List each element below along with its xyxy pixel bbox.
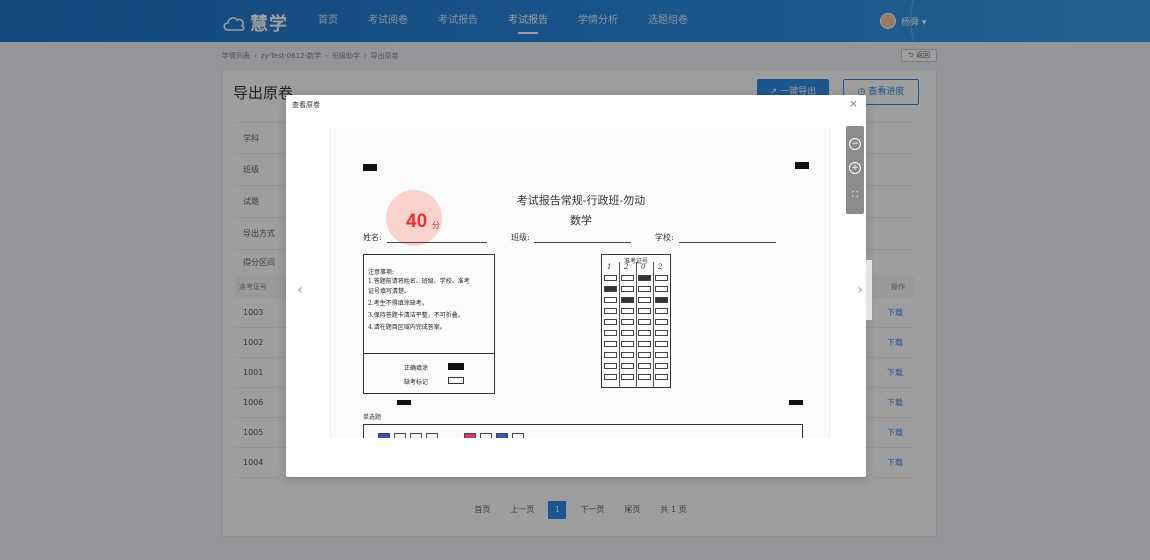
question-row	[363, 424, 803, 438]
chevron-right-icon: ›	[857, 282, 863, 298]
id-bubble	[638, 341, 651, 347]
id-bubble	[621, 363, 634, 369]
note-line: 1.答题前请将姓名、班级、学校、准考	[368, 278, 470, 285]
id-bubble	[638, 286, 651, 292]
filled-box	[448, 363, 464, 370]
chevron-left-icon: ‹	[297, 282, 303, 298]
id-bubble	[655, 286, 668, 292]
notes-heading: 注意事项:	[368, 269, 395, 276]
modal-title: 查看原卷	[292, 101, 320, 109]
notes-divider	[364, 353, 494, 354]
id-bubble	[621, 330, 634, 336]
view-paper-modal: 查看原卷 × 考试报告常规-行政班-勿动 数学 40 分 姓名: 班级: 学校:…	[286, 95, 866, 477]
id-bubble	[621, 297, 634, 303]
id-bubble	[655, 330, 668, 336]
id-bubble	[604, 275, 617, 281]
note-line: 证号填写清楚。	[368, 288, 411, 295]
next-paper-button[interactable]: ›	[848, 260, 872, 320]
answer-bubble	[394, 433, 406, 438]
score-value: 40	[406, 211, 428, 232]
id-bubble	[604, 363, 617, 369]
id-bubble	[621, 341, 634, 347]
registration-mark	[363, 164, 377, 171]
correct-fill-legend: 正确填涂	[404, 363, 464, 372]
absent-mark-label: 缺考标记	[404, 379, 429, 386]
close-icon[interactable]: ×	[849, 97, 858, 110]
answer-bubble	[426, 433, 438, 438]
id-bubble	[638, 330, 651, 336]
empty-box	[448, 377, 464, 384]
id-bubble	[655, 297, 668, 303]
answer-bubble	[410, 433, 422, 438]
id-bubble	[638, 308, 651, 314]
id-bubble	[655, 352, 668, 358]
note-line: 2.考生不得填涂缺考。	[368, 300, 428, 307]
id-bubble	[638, 363, 651, 369]
id-bubble	[604, 330, 617, 336]
registration-mark	[789, 400, 803, 405]
class-label: 班级:	[511, 233, 530, 242]
id-bubble	[655, 374, 668, 380]
grid-line	[653, 262, 654, 388]
id-bubble	[604, 374, 617, 380]
id-bubble	[621, 352, 634, 358]
id-bubble	[621, 308, 634, 314]
id-bubble	[655, 341, 668, 347]
zoom-out-icon[interactable]: −	[849, 138, 861, 150]
name-label: 姓名:	[363, 233, 382, 242]
section-label: 单选题	[363, 414, 382, 421]
correct-fill-label: 正确填涂	[404, 365, 429, 372]
school-underline	[679, 242, 776, 243]
id-bubble	[604, 319, 617, 325]
id-bubble	[604, 308, 617, 314]
id-digit: 0	[641, 263, 646, 271]
id-bubble	[638, 374, 651, 380]
registration-mark	[795, 162, 809, 169]
score-unit: 分	[432, 221, 440, 230]
id-bubble	[621, 319, 634, 325]
id-bubble	[655, 308, 668, 314]
id-digit: 2	[624, 263, 629, 271]
registration-mark	[397, 400, 411, 405]
id-bubble	[604, 352, 617, 358]
answer-bubble	[512, 433, 524, 438]
id-bubble	[621, 286, 634, 292]
grid-line	[619, 262, 620, 388]
id-bubble	[604, 341, 617, 347]
id-bubble	[655, 363, 668, 369]
answer-sheet-image: 考试报告常规-行政班-勿动 数学 40 分 姓名: 班级: 学校: 注意事项: …	[330, 128, 830, 438]
absent-mark-legend: 缺考标记	[404, 377, 464, 386]
id-digit: 1	[607, 263, 612, 271]
id-bubble	[621, 275, 634, 281]
id-bubble	[655, 319, 668, 325]
id-bubble	[604, 286, 617, 292]
id-bubble	[621, 374, 634, 380]
id-bubble	[638, 297, 651, 303]
id-bubble	[638, 319, 651, 325]
note-line: 4.请在题目区域内完成答案。	[368, 324, 446, 331]
prev-paper-button[interactable]: ‹	[288, 260, 312, 320]
exam-id-grid: 准考证号 1202	[601, 254, 671, 388]
grid-line	[636, 262, 637, 388]
id-bubble	[604, 297, 617, 303]
id-bubble	[655, 275, 668, 281]
notes-box: 注意事项: 1.答题前请将姓名、班级、学校、准考 证号填写清楚。 2.考生不得填…	[363, 254, 495, 394]
id-digit: 2	[658, 263, 663, 271]
note-line: 3.保持答题卡清洁平整，不可折叠。	[368, 312, 464, 319]
class-underline	[534, 242, 631, 243]
answer-bubble	[378, 433, 390, 438]
paper-viewport: 考试报告常规-行政班-勿动 数学 40 分 姓名: 班级: 学校: 注意事项: …	[330, 128, 830, 438]
id-bubble	[638, 352, 651, 358]
fullscreen-icon[interactable]: ⛶	[849, 189, 861, 201]
answer-bubble	[480, 433, 492, 438]
name-underline	[387, 242, 487, 243]
zoom-in-icon[interactable]: +	[849, 162, 861, 174]
school-label: 学校:	[655, 233, 674, 242]
id-bubble	[638, 275, 651, 281]
zoom-toolbar: − + ⛶	[846, 126, 864, 214]
answer-bubble	[464, 433, 476, 438]
answer-bubble	[496, 433, 508, 438]
